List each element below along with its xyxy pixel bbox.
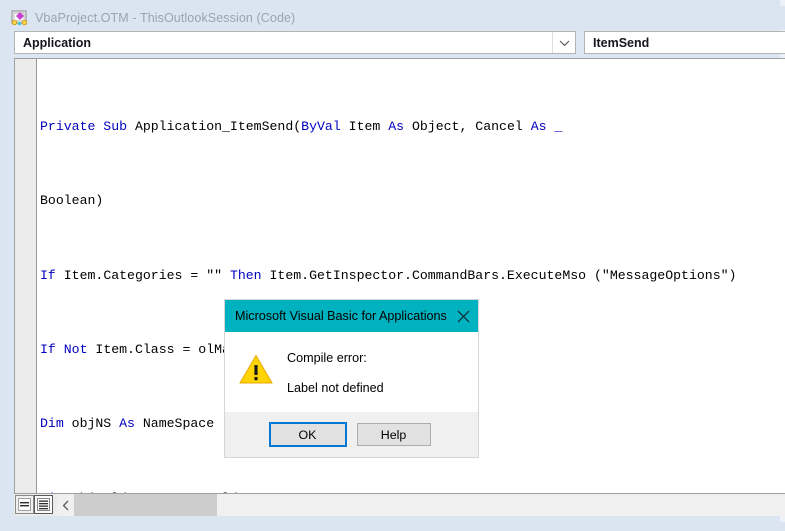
chevron-down-icon[interactable] [552,32,575,53]
dialog-body: Compile error: Label not defined [225,332,478,412]
object-dropdown-value: Application [23,35,92,50]
horizontal-scrollbar-track[interactable] [74,494,785,516]
horizontal-scrollbar[interactable] [57,494,785,516]
horizontal-scrollbar-thumb[interactable] [74,494,217,516]
dialog-titlebar[interactable]: Microsoft Visual Basic for Applications [225,300,478,332]
procedure-dropdown[interactable]: ItemSend [584,31,785,54]
code-margin-indicator-bar[interactable] [15,59,37,493]
dialog-message: Compile error: Label not defined [287,350,478,397]
help-button[interactable]: Help [356,423,431,446]
outlook-vba-module-icon [11,9,29,27]
dialog-title: Microsoft Visual Basic for Applications [235,309,447,323]
dialog-message-line-1: Compile error: [287,351,367,365]
full-module-view-button[interactable] [34,495,53,514]
compile-error-dialog: Microsoft Visual Basic for Applications … [225,300,478,457]
code-line: If Item.Categories = "" Then Item.GetIns… [40,267,737,283]
window-frame-left [0,0,7,531]
code-line: Private Sub Application_ItemSend(ByVal I… [40,118,563,134]
code-window-combobar: Application ItemSend [14,31,785,55]
code-line: Boolean) [40,193,104,209]
code-window-titlebar[interactable]: VbaProject.OTM - ThisOutlookSession (Cod… [7,6,785,30]
code-window-bottom-bar [14,494,785,516]
window-frame-bottom [0,522,785,531]
dialog-message-line-2: Label not defined [287,381,384,395]
dialog-button-row: OK Help [225,412,478,457]
code-window-title: VbaProject.OTM - ThisOutlookSession (Cod… [35,11,296,25]
warning-triangle-icon [225,350,287,385]
vba-editor-window: VbaProject.OTM - ThisOutlookSession (Cod… [0,0,785,531]
procedure-view-button[interactable] [15,495,34,514]
close-icon[interactable] [447,300,481,332]
procedure-dropdown-value: ItemSend [593,35,650,50]
object-dropdown[interactable]: Application [14,31,576,54]
ok-button[interactable]: OK [268,422,347,447]
chevron-left-icon[interactable] [57,494,74,516]
